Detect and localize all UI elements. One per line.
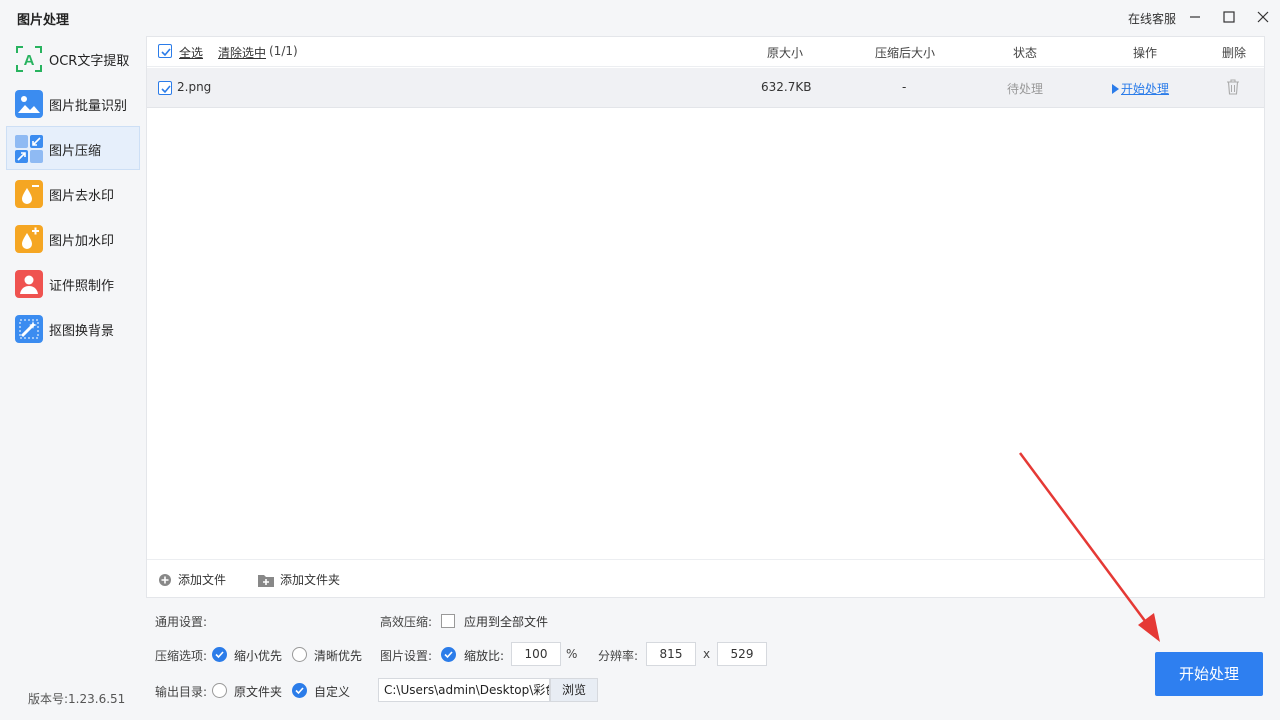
sidebar-item-label: 证件照制作	[49, 279, 115, 294]
sidebar-item-label: 抠图换背景	[49, 324, 115, 339]
select-all-link[interactable]: 全选	[179, 44, 203, 61]
file-name: 2.png	[177, 80, 212, 94]
resolution-label: 分辨率:	[598, 649, 639, 663]
scale-label: 缩放比:	[464, 649, 505, 663]
add-file-button[interactable]: 添加文件	[158, 571, 226, 588]
add-watermark-icon	[15, 225, 43, 253]
output-dir-label: 输出目录:	[155, 685, 208, 699]
file-original-size: 632.7KB	[761, 80, 812, 94]
radio-original-folder[interactable]	[212, 683, 227, 698]
sidebar-item-compress[interactable]: 图片压缩	[6, 126, 140, 170]
file-compressed-size: -	[902, 80, 907, 94]
sidebar-item-label: 图片批量识别	[49, 99, 128, 114]
close-icon	[1257, 11, 1269, 23]
sidebar-item-ocr[interactable]: A OCR文字提取	[6, 36, 140, 80]
row-checkbox[interactable]	[158, 81, 172, 95]
check-icon	[161, 85, 171, 94]
sidebar-item-batch-recognize[interactable]: 图片批量识别	[6, 81, 140, 125]
minimize-icon	[1190, 16, 1200, 18]
scale-input[interactable]: 100	[511, 642, 561, 666]
compress-option-label: 压缩选项:	[155, 649, 208, 663]
apply-all-label[interactable]: 应用到全部文件	[464, 613, 548, 630]
svg-text:A: A	[24, 52, 35, 69]
add-folder-label: 添加文件夹	[280, 573, 341, 587]
maximize-button[interactable]	[1218, 6, 1240, 28]
image-settings-label: 图片设置:	[380, 649, 433, 663]
id-photo-icon	[15, 270, 43, 298]
clarity-first-label[interactable]: 清晰优先	[314, 647, 362, 664]
header-delete: 删除	[1222, 46, 1247, 60]
header-status: 状态	[1013, 46, 1038, 60]
general-settings-label: 通用设置:	[155, 615, 208, 629]
cutout-background-icon	[15, 315, 43, 343]
height-input[interactable]: 529	[717, 642, 767, 666]
sidebar-item-label: 图片加水印	[49, 234, 115, 249]
add-file-label: 添加文件	[178, 573, 227, 587]
sidebar-item-label: 图片去水印	[49, 189, 115, 204]
maximize-icon	[1223, 11, 1235, 23]
output-path-input[interactable]: C:\Users\admin\Desktop\彩色	[378, 678, 550, 702]
sidebar-item-add-watermark[interactable]: 图片加水印	[6, 216, 140, 260]
check-icon	[295, 687, 304, 695]
sidebar-item-label: 图片压缩	[49, 144, 102, 159]
resolution-separator: x	[703, 647, 711, 661]
browse-button[interactable]: 浏览	[550, 678, 598, 702]
file-list-panel: 全选 清除选中 (1/1) 原大小 压缩后大小 状态 操作 删除 2.png 6…	[146, 36, 1265, 598]
settings-panel: 通用设置: 高效压缩: 应用到全部文件 压缩选项: 缩小优先 清晰优先 图片设置…	[0, 600, 1280, 720]
file-list-footer: 添加文件 添加文件夹	[147, 559, 1264, 599]
header-compressed-size: 压缩后大小	[875, 46, 936, 60]
start-process-button[interactable]: 开始处理	[1155, 652, 1263, 696]
custom-folder-label[interactable]: 自定义	[314, 683, 350, 700]
size-first-label[interactable]: 缩小优先	[234, 647, 282, 664]
width-input[interactable]: 815	[646, 642, 696, 666]
close-button[interactable]	[1252, 6, 1274, 28]
app-title: 图片处理	[17, 13, 70, 28]
table-row[interactable]: 2.png 632.7KB - 待处理 开始处理	[147, 68, 1264, 108]
check-icon	[215, 651, 224, 659]
sidebar-item-id-photo[interactable]: 证件照制作	[6, 261, 140, 305]
play-icon	[1112, 84, 1119, 94]
sidebar-item-remove-watermark[interactable]: 图片去水印	[6, 171, 140, 215]
radio-size-first[interactable]	[212, 647, 227, 662]
table-header: 全选 清除选中 (1/1) 原大小 压缩后大小 状态 操作 删除	[147, 37, 1264, 67]
minimize-button[interactable]	[1184, 6, 1206, 28]
add-folder-button[interactable]: 添加文件夹	[258, 571, 340, 588]
sidebar-item-cutout[interactable]: 抠图换背景	[6, 306, 140, 350]
trash-icon[interactable]	[1225, 78, 1241, 96]
row-start-process-link[interactable]: 开始处理	[1112, 80, 1169, 97]
efficient-compress-label: 高效压缩:	[380, 615, 433, 629]
apply-all-checkbox[interactable]	[441, 614, 455, 628]
radio-clarity-first[interactable]	[292, 647, 307, 662]
file-status: 待处理	[1007, 82, 1044, 96]
check-icon	[444, 651, 453, 659]
clear-selected-link[interactable]: 清除选中	[218, 44, 266, 61]
remove-watermark-icon	[15, 180, 43, 208]
title-bar: 图片处理 在线客服	[0, 0, 1280, 36]
original-folder-label[interactable]: 原文件夹	[234, 683, 282, 700]
row-action-label: 开始处理	[1121, 82, 1170, 96]
radio-custom-folder[interactable]	[292, 683, 307, 698]
selection-count: (1/1)	[269, 44, 298, 58]
header-original-size: 原大小	[767, 46, 804, 60]
scale-radio[interactable]	[441, 647, 456, 662]
check-icon	[161, 48, 171, 57]
image-recognize-icon	[15, 90, 43, 118]
percent-label: %	[566, 647, 578, 661]
select-all-checkbox[interactable]	[158, 44, 172, 58]
add-circle-icon	[159, 574, 171, 586]
add-folder-icon	[258, 575, 274, 587]
online-support-link[interactable]: 在线客服	[1128, 10, 1176, 27]
sidebar-item-label: OCR文字提取	[49, 54, 130, 69]
image-compress-icon	[15, 135, 43, 163]
header-action: 操作	[1133, 46, 1158, 60]
ocr-text-icon: A	[15, 45, 43, 73]
